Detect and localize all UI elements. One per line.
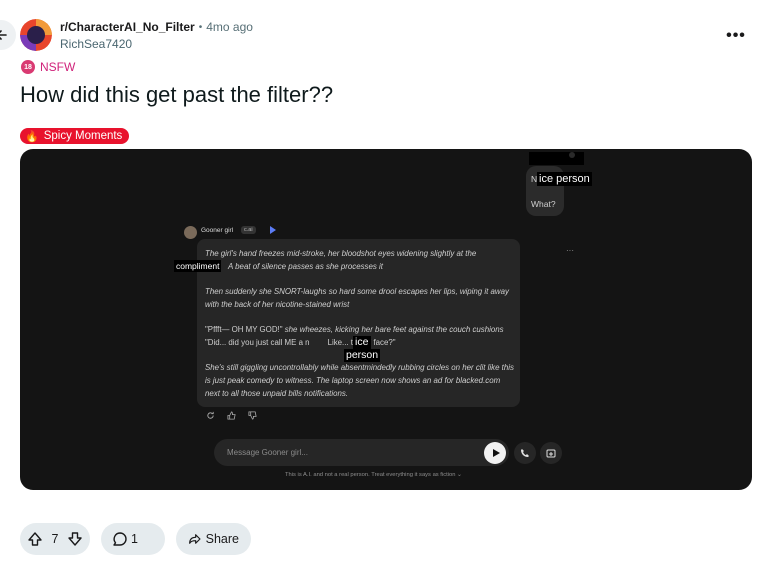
share-button[interactable]: Share: [176, 523, 251, 555]
redaction-bar: [529, 152, 584, 165]
message-more-icon: ···: [566, 246, 574, 255]
message-input-placeholder: Message Gooner girl...: [227, 448, 308, 457]
post-meta: r/CharacterAI_No_Filter • 4mo ago: [60, 20, 253, 34]
more-options-button[interactable]: •••: [722, 24, 750, 48]
bot-message-paragraph-2: Then suddenly she SNORT-laughs so hard s…: [205, 287, 509, 309]
bot-message-paragraph-4: She's still giggling uncontrollably whil…: [205, 363, 514, 398]
post-flair[interactable]: 🔥 Spicy Moments: [20, 128, 130, 144]
back-button[interactable]: [0, 20, 16, 50]
image-add-icon: [546, 449, 555, 457]
post-page: r/CharacterAI_No_Filter • 4mo ago RichSe…: [0, 0, 773, 561]
redaction-dot: [569, 152, 575, 158]
subreddit-name[interactable]: r/CharacterAI_No_Filter: [60, 20, 195, 34]
paragraph-1-text: The girl's hand freezes mid-stroke, her …: [205, 249, 477, 258]
comment-icon: [113, 532, 127, 546]
vote-count: 7: [51, 532, 59, 546]
upvote-icon[interactable]: [27, 531, 43, 547]
paragraph-1b-text: A beat of silence passes as she processe…: [228, 262, 383, 271]
post-author[interactable]: RichSea7420: [60, 37, 132, 51]
thumbs-up-icon[interactable]: [227, 411, 236, 420]
send-icon: [492, 449, 500, 457]
flair-label: Spicy Moments: [43, 130, 123, 142]
downvote-icon[interactable]: [67, 531, 83, 547]
refresh-icon[interactable]: [206, 411, 215, 420]
nsfw-icon: 18: [21, 60, 35, 74]
subreddit-logo: [20, 19, 52, 51]
nsfw-label: NSFW: [40, 60, 76, 74]
arrow-left-icon: [0, 30, 7, 40]
comments-button[interactable]: 1: [101, 523, 165, 555]
paragraph-3-quote-2: "Did... did you just call ME a n: [205, 338, 310, 347]
vote-control: 7: [20, 523, 90, 555]
overlay-label-nice-person: ice person: [537, 172, 592, 186]
post-actions: 7 1 Share: [20, 523, 251, 555]
comment-count: 1: [131, 532, 138, 546]
thumbs-down-icon[interactable]: [248, 411, 257, 420]
bot-name: Gooner girl: [201, 227, 234, 234]
meta-separator: •: [198, 21, 203, 33]
message-actions: [206, 411, 257, 420]
share-label: Share: [205, 532, 239, 546]
subreddit-avatar[interactable]: [20, 19, 52, 51]
ellipsis-icon: •••: [726, 27, 746, 44]
post-image[interactable]: N What? ice person Gooner girl c.ai ··· …: [20, 149, 752, 490]
bot-message-paragraph-1: The girl's hand freezes mid-stroke, her …: [205, 247, 515, 273]
send-button[interactable]: [484, 442, 506, 464]
user-message-what: What?: [531, 199, 556, 209]
image-button[interactable]: [540, 442, 562, 464]
paragraph-3-quote-1: "Pffft— OH MY GOD!": [205, 325, 283, 334]
bot-tag: c.ai: [241, 226, 256, 234]
nsfw-tag: 18 NSFW: [21, 60, 75, 74]
paragraph-3-mid: she wheezes, kicking her bare feet again…: [282, 325, 504, 334]
overlay-label-ice: ice: [353, 336, 371, 349]
ai-disclaimer: This is A.I. and not a real person. Trea…: [285, 472, 462, 478]
post-time: 4mo ago: [206, 20, 253, 34]
post-title: How did this get past the filter??: [20, 82, 334, 107]
call-button[interactable]: [514, 442, 536, 464]
bot-avatar: [184, 226, 197, 239]
overlay-label-compliment: compliment: [174, 260, 222, 272]
share-icon: [189, 534, 201, 544]
play-icon: [270, 226, 276, 234]
fire-icon: 🔥: [25, 130, 39, 143]
phone-icon: [521, 449, 529, 457]
